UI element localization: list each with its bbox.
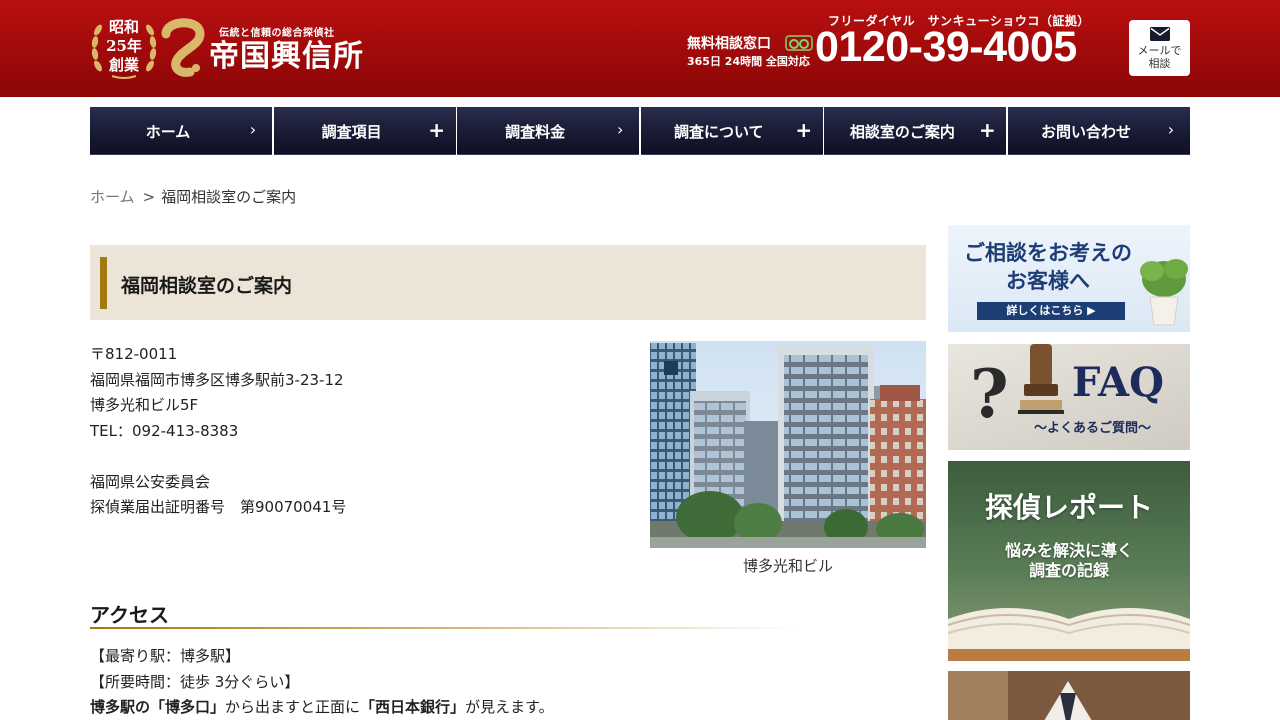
banner-faq-title: FAQ <box>1072 359 1164 406</box>
postal-code: 〒812-0011 <box>90 345 178 363</box>
consult-label: 無料相談窓口 <box>687 36 771 52</box>
nav-item-offices[interactable]: 相談室のご案内 + <box>824 107 1007 155</box>
plus-icon: + <box>428 118 445 142</box>
access-directions: 博多駅の「博多口」から出ますと正面に「西日本銀行」が見えます。 <box>90 695 554 720</box>
nav-label: 調査項目 <box>321 123 382 141</box>
direction-exit: 「博多口」 <box>150 698 226 716</box>
banner-report-subtitle: 調査の記録 <box>1028 561 1109 580</box>
breadcrumb-current: 福岡相談室のご案内 <box>161 188 297 206</box>
page-title-box: 福岡相談室のご案内 <box>90 245 926 320</box>
plus-icon: + <box>795 118 813 142</box>
nav-item-pricing[interactable]: 調査料金 › <box>457 107 640 155</box>
site-logo[interactable]: 昭和 25年 創業 伝統と信頼の総合探偵社 帝国興信所 <box>90 14 400 80</box>
address-line1: 福岡県福岡市博多区博多駅前3-23-12 <box>90 370 344 389</box>
banner-faq[interactable]: ? FAQ ～よくあるご質問～ <box>948 344 1190 450</box>
address-spacer <box>90 444 346 470</box>
office-tel[interactable]: TEL：092-413-8383 <box>90 419 346 445</box>
logo-mark-icon <box>161 18 205 77</box>
license-authority: 福岡県公安委員会 <box>90 472 211 491</box>
banner-consultation[interactable]: ご相談をお考えの お客様へ 詳しくはこちら ▶ <box>948 225 1190 332</box>
direction-part: から出ますと正面に <box>225 698 361 716</box>
access-heading: アクセス <box>90 603 169 627</box>
banner-consultation-title: ご相談をお考えの お客様へ <box>964 240 1132 293</box>
mail-icon <box>1150 27 1170 41</box>
nav-item-about[interactable]: 調査について + <box>640 107 823 155</box>
nav-label: 調査料金 <box>505 123 566 141</box>
walking-time: 【所要時間：徒歩 3分ぐらい】 <box>90 672 300 691</box>
plus-icon: + <box>978 118 996 142</box>
company-name: 帝国興信所 <box>209 39 364 74</box>
nav-label: ホーム <box>145 123 191 141</box>
hours-label: 365日 24時間 全国対応 <box>687 55 810 68</box>
address-line2: 博多光和ビル5F <box>90 396 199 414</box>
access-divider <box>90 627 926 629</box>
title-accent-bar <box>100 257 107 309</box>
nav-item-services[interactable]: 調査項目 + <box>273 107 456 155</box>
nearest-station: 【最寄り駅：博多駅】 <box>90 647 241 665</box>
nav-label: お問い合わせ <box>1040 123 1131 141</box>
page-title: 福岡相談室のご案内 <box>121 275 293 297</box>
open-book-icon <box>948 608 1190 661</box>
direction-part: が見えます。 <box>465 698 554 716</box>
potted-plant-icon <box>1140 259 1188 326</box>
site-header: 昭和 25年 創業 伝統と信頼の総合探偵社 帝国興信所 フリーダイヤル サンキュ… <box>0 0 1280 97</box>
tagline: 伝統と信頼の総合探偵社 <box>219 28 335 39</box>
breadcrumb: ホーム > 福岡相談室のご案内 <box>90 186 296 207</box>
global-nav: ホーム › 調査項目 + 調査料金 › 調査について + 相談室のご案内 + お… <box>90 107 1190 155</box>
breadcrumb-home-link[interactable]: ホーム <box>90 188 135 206</box>
chevron-right-icon: › <box>1167 120 1175 139</box>
freedial-icon <box>785 35 813 51</box>
banner-consultation-button[interactable]: 詳しくはこちら ▶ <box>977 302 1125 320</box>
access-details: 【最寄り駅：博多駅】 【所要時間：徒歩 3分ぐらい】 博多駅の「博多口」から出ま… <box>90 644 554 720</box>
direction-part: 博多駅の <box>90 698 151 716</box>
nav-item-home[interactable]: ホーム › <box>90 107 272 155</box>
building-photo <box>650 341 926 548</box>
nav-item-contact[interactable]: お問い合わせ › <box>1007 107 1190 155</box>
license-number: 探偵業届出証明番号 第90070041号 <box>90 498 347 516</box>
photo-caption: 博多光和ビル <box>742 557 833 575</box>
mail-button-label: メールで 相談 <box>1137 44 1182 70</box>
banner-faq-subtitle: ～よくあるご質問～ <box>1034 421 1152 436</box>
banner-staff-photo[interactable] <box>948 671 1190 720</box>
banner-report-title: 探偵レポート <box>984 491 1153 524</box>
nav-label: 相談室のご案内 <box>849 123 955 141</box>
direction-landmark: 「西日本銀行」 <box>360 698 466 716</box>
chevron-right-icon: › <box>249 120 257 139</box>
breadcrumb-separator-icon: > <box>142 188 156 206</box>
banner-report[interactable]: 探偵レポート 悩みを解決に導く 調査の記録 <box>948 461 1190 661</box>
nav-label: 調査について <box>674 123 764 141</box>
office-address: 〒812-0011 福岡県福岡市博多区博多駅前3-23-12 博多光和ビル5F … <box>90 342 346 521</box>
question-mark-icon: ? <box>970 355 1009 433</box>
staff-photo-icon <box>948 671 1190 720</box>
laurel-emblem-icon: 昭和 25年 創業 <box>90 14 158 80</box>
mail-consult-button[interactable]: メールで 相談 <box>1129 20 1190 76</box>
phone-number[interactable]: 0120-39-4005 <box>815 22 1077 72</box>
emblem-text: 昭和 25年 創業 <box>106 18 142 74</box>
chevron-right-icon: › <box>616 120 624 139</box>
